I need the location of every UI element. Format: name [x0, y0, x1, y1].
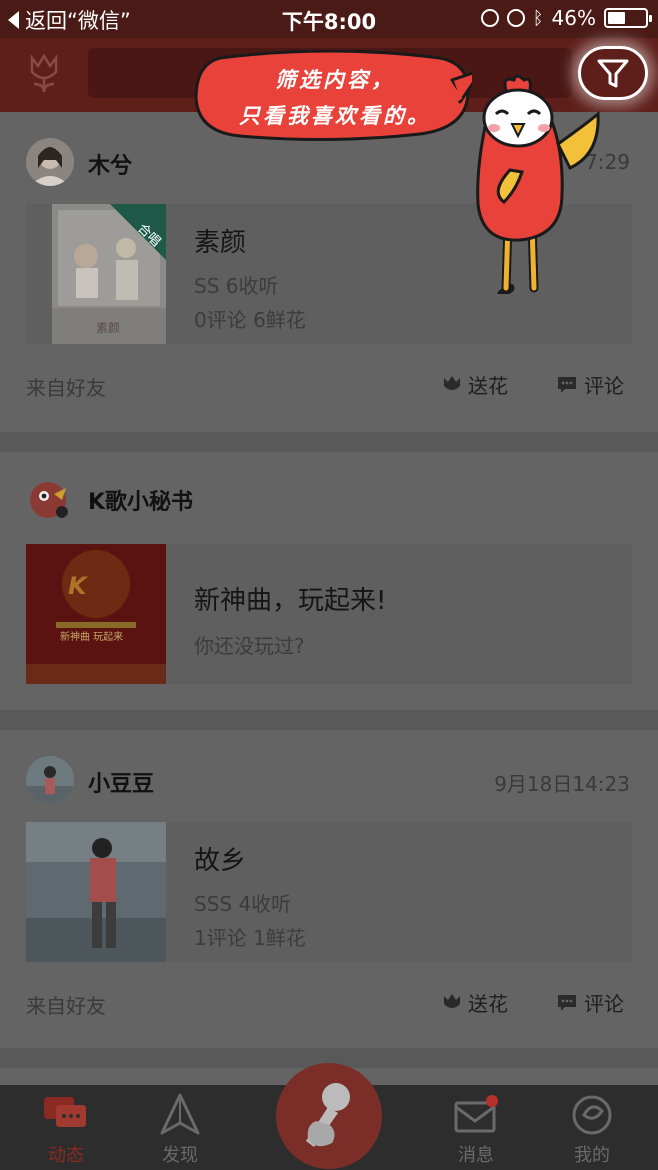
tab-messages[interactable]: 消息: [426, 1085, 526, 1170]
alarm-icon: [506, 9, 525, 27]
username[interactable]: 木兮: [88, 148, 132, 180]
svg-text:K: K: [68, 572, 89, 600]
chat-bubbles-icon: [44, 1097, 86, 1127]
comment-button[interactable]: 评论: [556, 370, 624, 399]
song-title[interactable]: 素颜: [194, 222, 246, 259]
profile-icon: [572, 1095, 612, 1135]
svg-text:新神曲 玩起来: 新神曲 玩起来: [60, 630, 123, 643]
tip-line-2: 只看我喜欢看的。: [239, 104, 431, 128]
username[interactable]: K歌小秘书: [88, 484, 193, 516]
song-cover[interactable]: 素颜 合唱: [52, 204, 166, 344]
source-label: 来自好友: [26, 994, 106, 1018]
status-bar: 返回“微信” 下午8:00 ᛒ 46%: [0, 0, 658, 38]
bird-mascot-illustration: [476, 74, 600, 294]
envelope-icon: [454, 1095, 498, 1133]
microphone-icon: [306, 1083, 350, 1147]
song-box[interactable]: 故乡 SSS 4收听 1评论 1鲜花: [26, 822, 632, 962]
unread-dot: [486, 1095, 498, 1107]
avatar[interactable]: [26, 756, 74, 804]
flower-icon: [444, 993, 460, 1008]
record-mic-button[interactable]: [276, 1063, 382, 1169]
card-footer: 来自好友 送花 评论: [0, 972, 658, 1032]
tab-discover[interactable]: 发现: [130, 1085, 230, 1170]
song-stats: 0评论 6鲜花: [194, 308, 306, 332]
rotation-lock-icon: [480, 9, 499, 27]
filter-tip-bubble: 筛选内容， 只看我喜欢看的。: [190, 50, 472, 146]
song-title[interactable]: 故乡: [194, 840, 246, 877]
card-divider: [0, 710, 658, 730]
card-footer: 来自好友 送花 评论: [0, 354, 658, 414]
source-label: 来自好友: [26, 376, 106, 400]
compass-icon: [160, 1093, 200, 1135]
song-listens: SSS 4收听: [194, 892, 292, 916]
bottom-tab-bar: 动态 发现 消息 我的: [0, 1063, 658, 1170]
feed-card[interactable]: 小豆豆 9月18日14:23 故乡 SSS 4收听 1评论 1鲜花 来自好友 送…: [0, 730, 658, 1048]
battery-icon: [604, 8, 652, 28]
battery-percent: 46%: [551, 6, 596, 30]
username[interactable]: 小豆豆: [88, 766, 154, 798]
svg-text:素颜: 素颜: [96, 320, 120, 335]
song-listens: SS 6收听: [194, 274, 279, 298]
send-flower-button[interactable]: 送花: [442, 370, 508, 399]
bluetooth-icon: ᛒ: [532, 7, 544, 29]
status-indicators: ᛒ 46%: [480, 6, 652, 30]
tab-profile[interactable]: 我的: [542, 1085, 642, 1170]
song-box[interactable]: K 新神曲 玩起来 新神曲，玩起来! 你还没玩过?: [26, 544, 632, 684]
comment-icon: [558, 994, 576, 1011]
flower-icon: [444, 375, 460, 390]
song-stats: 1评论 1鲜花: [194, 926, 306, 950]
comment-button[interactable]: 评论: [556, 988, 624, 1017]
tip-line-1: 筛选内容，: [275, 68, 395, 92]
comment-icon: [558, 376, 576, 393]
song-cover[interactable]: K 新神曲 玩起来: [26, 544, 166, 684]
send-flower-button[interactable]: 送花: [442, 988, 508, 1017]
avatar[interactable]: [26, 474, 74, 522]
tulip-logo-icon[interactable]: [26, 54, 62, 94]
song-title[interactable]: 新神曲，玩起来!: [194, 580, 386, 617]
tab-feed[interactable]: 动态: [16, 1085, 116, 1170]
card-divider: [0, 432, 658, 452]
avatar[interactable]: [26, 138, 74, 186]
song-cover[interactable]: [26, 822, 166, 962]
song-subtitle: 你还没玩过?: [194, 634, 305, 658]
timestamp: 9月18日14:23: [494, 772, 630, 796]
feed-card[interactable]: K歌小秘书 K 新神曲 玩起来 新神曲，玩起来! 你还没玩过?: [0, 452, 658, 710]
